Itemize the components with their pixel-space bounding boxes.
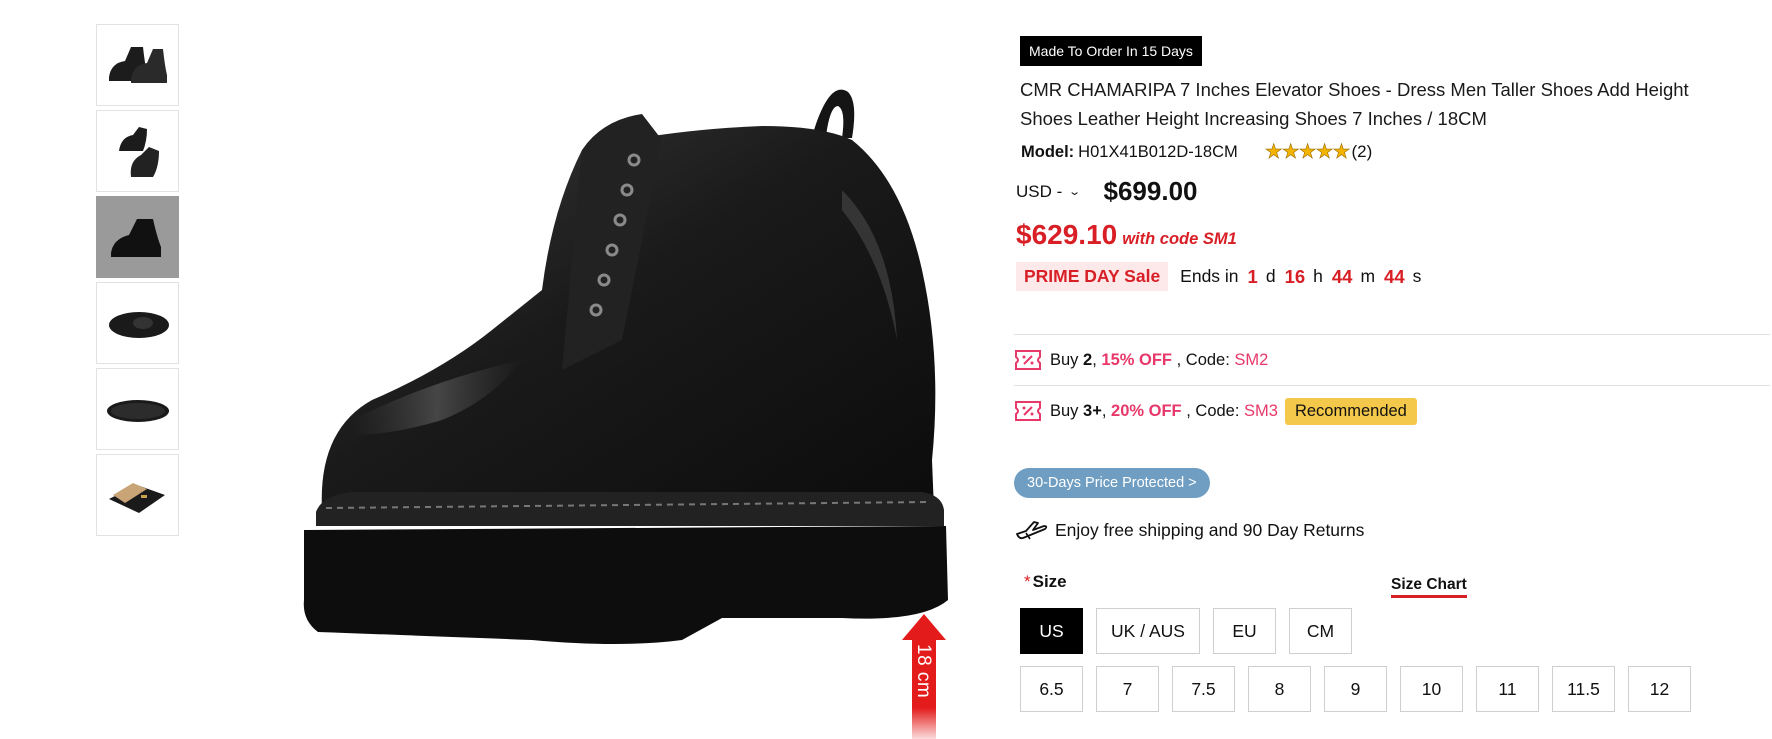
model-value: H01X41B012D-18CM (1078, 142, 1238, 161)
price-row: USD - ⌄ $699.00 (1016, 176, 1772, 207)
airplane-icon (1016, 521, 1048, 540)
countdown-seconds: 44 (1384, 265, 1405, 287)
product-title: CMR CHAMARIPA 7 Inches Elevator Shoes - … (1020, 79, 1689, 129)
thumbnail-1[interactable] (96, 24, 179, 106)
thumbnail-4[interactable] (96, 282, 179, 364)
currency-selector[interactable]: USD - ⌄ (1016, 181, 1082, 202)
star-icon: ★ (1332, 141, 1351, 163)
product-main-image (282, 40, 948, 730)
coupon-discount: 15% OFF (1101, 350, 1173, 369)
size-option[interactable]: 9 (1324, 666, 1387, 712)
star-icon: ★ (1281, 141, 1300, 163)
thumbnail-5[interactable] (96, 368, 179, 450)
coupon-buy-3[interactable]: Buy 3+, 20% OFF , Code: SM3 Recommended (1014, 386, 1770, 436)
unit-us-button[interactable]: US (1020, 608, 1083, 654)
countdown-seconds-unit: s (1412, 266, 1422, 286)
product-info-panel: Made To Order In 15 Days CMR CHAMARIPA 7… (1016, 36, 1772, 291)
size-chart-link[interactable]: Size Chart (1391, 576, 1467, 598)
sale-price-row: $629.10 with code SM1 (1016, 219, 1772, 251)
thumbnail-gallery (96, 24, 180, 540)
size-label: Size (1032, 572, 1067, 591)
size-option[interactable]: 6.5 (1020, 666, 1083, 712)
shipping-info: Enjoy free shipping and 90 Day Returns (1014, 518, 1770, 542)
regular-price: $699.00 (1103, 176, 1198, 206)
coupon-list: Buy 2, 15% OFF , Code: SM2 Buy 3+, 20% O… (1014, 334, 1770, 712)
size-option[interactable]: 11.5 (1552, 666, 1615, 712)
countdown-days: 1 (1247, 265, 1258, 287)
star-icon: ★ (1315, 141, 1334, 163)
ends-in-label: Ends in (1180, 266, 1239, 286)
coupon-discount: 20% OFF (1111, 401, 1182, 420)
sale-price: $629.10 (1016, 219, 1118, 250)
unit-cm-button[interactable]: CM (1289, 608, 1352, 654)
coupon-sep: , (1092, 350, 1097, 369)
thumbnail-3[interactable] (96, 196, 179, 278)
coupon-code: SM2 (1234, 350, 1269, 369)
countdown-days-unit: d (1265, 266, 1276, 286)
countdown-hours-unit: h (1313, 266, 1323, 286)
price-protected-button[interactable]: 30-Days Price Protected > (1014, 468, 1210, 498)
countdown-hours: 16 (1284, 265, 1306, 287)
size-option[interactable]: 7.5 (1172, 666, 1235, 712)
size-option[interactable]: 10 (1400, 666, 1463, 712)
coupon-code-label: , Code: (1176, 350, 1230, 369)
currency-label: USD - (1016, 181, 1063, 201)
height-indicator-label: 18 cm (913, 644, 934, 699)
coupon-icon (1015, 350, 1041, 370)
size-option[interactable]: 8 (1248, 666, 1311, 712)
recommended-badge: Recommended (1284, 397, 1417, 425)
sale-code-text: with code SM1 (1122, 230, 1237, 248)
star-icon: ★ (1264, 141, 1283, 163)
size-options: 6.5 7 7.5 8 9 10 11 11.5 12 (1020, 666, 1770, 712)
countdown-minutes-unit: m (1360, 266, 1376, 286)
size-option[interactable]: 11 (1476, 666, 1539, 712)
size-unit-selector: US UK / AUS EU CM (1020, 608, 1770, 654)
shipping-text: Enjoy free shipping and 90 Day Returns (1055, 519, 1365, 540)
size-header: * Size Size Chart (1014, 570, 1770, 598)
model-row: Model: H01X41B012D-18CM ★ ★ ★ ★ ★ (2) (1021, 141, 1772, 163)
coupon-code-label: , Code: (1186, 401, 1240, 420)
model-label: Model: (1021, 142, 1075, 161)
size-option[interactable]: 12 (1628, 666, 1691, 712)
coupon-sep: , (1101, 401, 1107, 420)
unit-uk-aus-button[interactable]: UK / AUS (1096, 608, 1200, 654)
rating-count[interactable]: (2) (1351, 142, 1372, 162)
coupon-icon (1015, 401, 1041, 421)
chevron-down-icon: ⌄ (1068, 186, 1082, 198)
coupon-code: SM3 (1244, 401, 1278, 420)
made-to-order-badge: Made To Order In 15 Days (1020, 36, 1202, 66)
coupon-buy-text: Buy (1050, 350, 1079, 369)
thumbnail-2[interactable] (96, 110, 179, 192)
size-option[interactable]: 7 (1096, 666, 1159, 712)
required-asterisk: * (1024, 572, 1031, 591)
unit-eu-button[interactable]: EU (1213, 608, 1276, 654)
countdown-minutes: 44 (1331, 265, 1353, 287)
rating-stars[interactable]: ★ ★ ★ ★ ★ (2) (1264, 141, 1372, 163)
coupon-buy-text: Buy (1050, 401, 1079, 420)
height-indicator-arrow: 18 cm (900, 614, 948, 739)
coupon-qty: 3+ (1083, 401, 1102, 420)
thumbnail-6[interactable] (96, 454, 179, 536)
coupon-qty: 2 (1083, 350, 1093, 369)
star-icon: ★ (1298, 141, 1317, 163)
prime-day-countdown: PRIME DAY Sale Ends in 1d 16 h 44 m 44 s (1016, 262, 1772, 291)
coupon-buy-2[interactable]: Buy 2, 15% OFF , Code: SM2 (1014, 335, 1770, 385)
prime-day-badge: PRIME DAY Sale (1016, 262, 1169, 291)
